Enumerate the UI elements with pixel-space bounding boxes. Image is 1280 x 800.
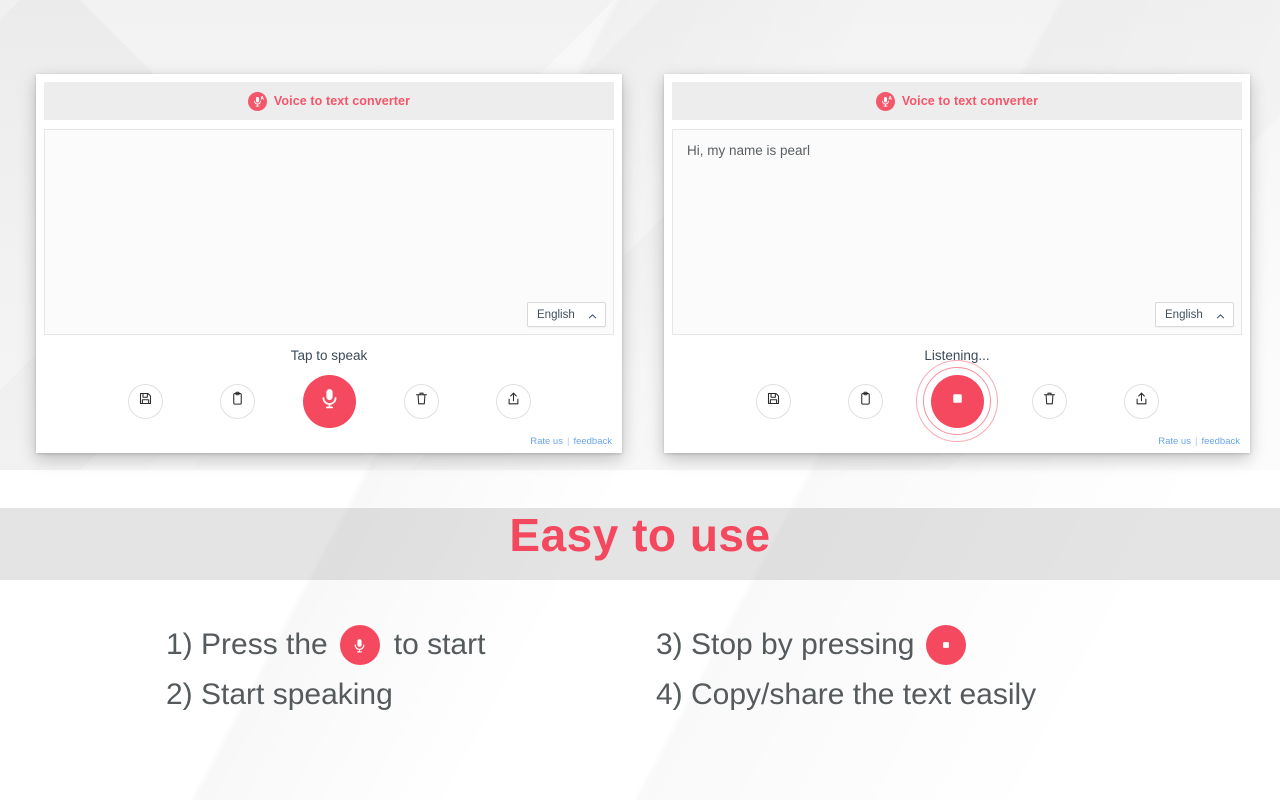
language-select-label: English	[1165, 308, 1203, 321]
promo-step-3-prefix: 3) Stop by pressing	[656, 628, 915, 661]
promo-steps-column-left: 1) Press the to start 2) Start speaking	[166, 620, 646, 721]
save-button-slot	[99, 383, 191, 419]
promo-section: Easy to use 1) Press the to start 2) Sta…	[0, 470, 1280, 800]
status-label: Listening...	[924, 348, 990, 363]
feedback-link[interactable]: feedback	[573, 436, 612, 447]
save-button[interactable]	[127, 383, 163, 419]
app-toolbar	[664, 360, 1250, 442]
share-button-slot	[1095, 383, 1187, 419]
save-button[interactable]	[755, 383, 791, 419]
promo-steps: 1) Press the to start 2) Start speaking …	[166, 620, 1196, 721]
app-header: A Voice to text converter	[672, 82, 1242, 120]
footer-links: Rate us | feedback	[1158, 436, 1240, 447]
promo-step-1-prefix: 1) Press the	[166, 628, 328, 661]
rate-us-link[interactable]: Rate us	[1158, 436, 1191, 447]
stop-button-slot	[911, 360, 1003, 442]
chevron-up-icon	[587, 309, 598, 320]
share-button-slot	[467, 383, 559, 419]
delete-button[interactable]	[1031, 383, 1067, 419]
clipboard-icon	[230, 391, 245, 411]
footer-separator: |	[566, 436, 570, 447]
clipboard-icon	[858, 391, 873, 411]
share-upload-icon	[1134, 391, 1149, 411]
promo-headline: Easy to use	[509, 509, 771, 561]
svg-text:A: A	[260, 95, 263, 101]
trash-icon	[414, 391, 429, 411]
floppy-disk-icon	[766, 391, 781, 411]
promo-step-3: 3) Stop by pressing	[656, 620, 1136, 670]
copy-button[interactable]	[847, 383, 883, 419]
chevron-up-icon	[1215, 309, 1226, 320]
app-title: Voice to text converter	[901, 94, 1039, 108]
copy-button-slot	[191, 383, 283, 419]
microphone-icon	[339, 625, 380, 666]
share-upload-icon	[506, 391, 521, 411]
app-header: A Voice to text converter	[44, 82, 614, 120]
promo-step-2-prefix: 2) Start speaking	[166, 678, 393, 712]
footer-separator: |	[1194, 436, 1198, 447]
delete-button-slot	[1003, 383, 1095, 419]
microphone-badge-icon: A	[247, 91, 267, 111]
transcript-text: Hi, my name is pearl	[687, 143, 811, 158]
trash-icon	[1042, 391, 1057, 411]
promo-step-4: 4) Copy/share the text easily	[656, 670, 1136, 720]
language-select[interactable]: English	[527, 302, 606, 327]
rate-us-link[interactable]: Rate us	[530, 436, 563, 447]
language-select[interactable]: English	[1155, 302, 1234, 327]
promo-step-1: 1) Press the to start	[166, 620, 646, 670]
copy-button-slot	[819, 383, 911, 419]
app-title: Voice to text converter	[273, 94, 411, 108]
app-preview-panels: A Voice to text converter English Tap to…	[0, 0, 1280, 470]
app-window-idle: A Voice to text converter English Tap to…	[36, 74, 622, 453]
record-button[interactable]	[302, 374, 356, 428]
footer-links: Rate us | feedback	[530, 436, 612, 447]
share-button[interactable]	[495, 383, 531, 419]
app-window-listening: A Voice to text converter Hi, my name is…	[664, 74, 1250, 453]
save-button-slot	[727, 383, 819, 419]
floppy-disk-icon	[138, 391, 153, 411]
promo-step-4-prefix: 4) Copy/share the text easily	[656, 678, 1037, 712]
microphone-badge-icon: A	[875, 91, 895, 111]
app-toolbar	[36, 372, 622, 430]
promo-steps-column-right: 3) Stop by pressing 4) Copy/share the te…	[656, 620, 1136, 721]
feedback-link[interactable]: feedback	[1201, 436, 1240, 447]
share-button[interactable]	[1123, 383, 1159, 419]
microphone-icon	[317, 386, 342, 416]
delete-button-slot	[375, 383, 467, 419]
language-select-label: English	[537, 308, 575, 321]
stop-square-icon	[926, 625, 967, 666]
transcript-textarea[interactable]: Hi, my name is pearl English	[672, 129, 1242, 335]
record-button-slot	[283, 374, 375, 428]
svg-text:A: A	[888, 95, 891, 101]
transcript-textarea[interactable]: English	[44, 129, 614, 335]
promo-step-2: 2) Start speaking	[166, 670, 646, 720]
stop-square-icon	[949, 390, 966, 412]
status-label: Tap to speak	[290, 348, 368, 363]
delete-button[interactable]	[403, 383, 439, 419]
stop-button[interactable]	[916, 360, 998, 442]
copy-button[interactable]	[219, 383, 255, 419]
promo-step-1-suffix: to start	[393, 628, 486, 661]
